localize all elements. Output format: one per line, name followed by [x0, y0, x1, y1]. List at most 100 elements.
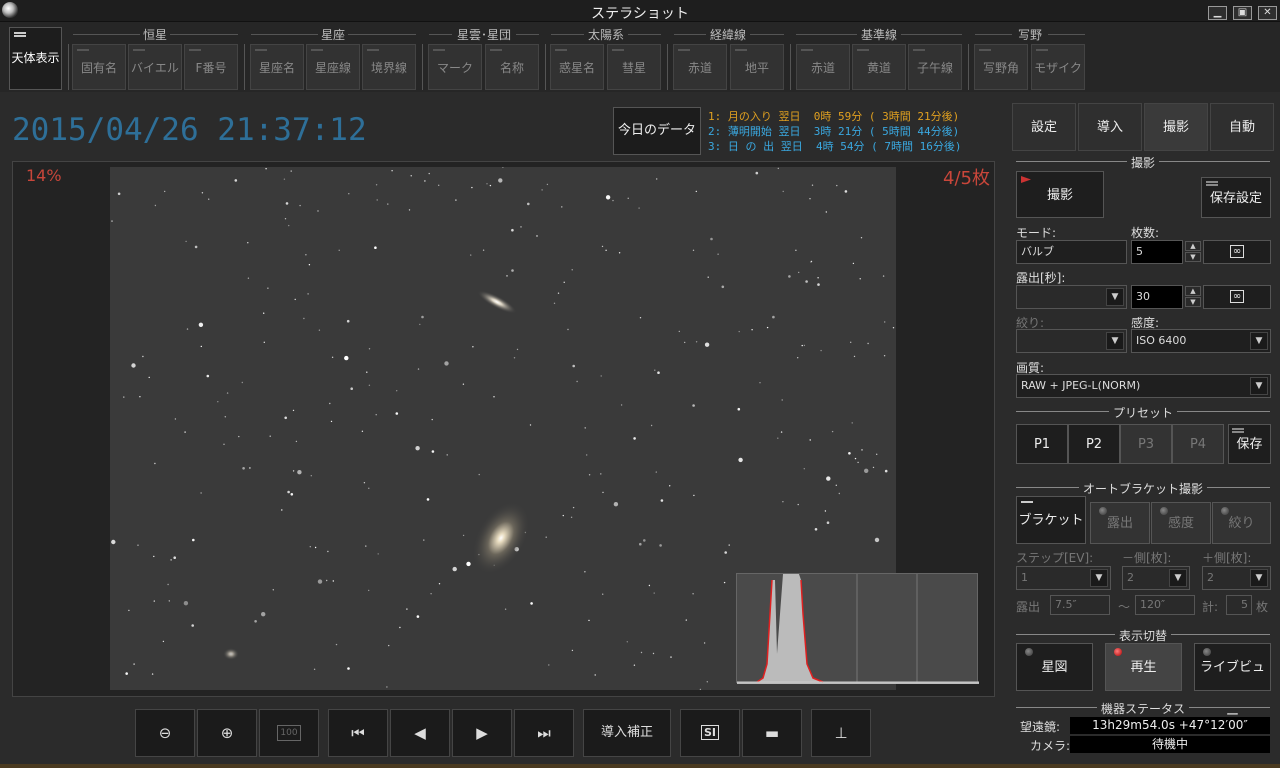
playback-button[interactable]: 再生 [1105, 643, 1182, 691]
toggle-bayer[interactable]: バイエル [128, 44, 182, 90]
toggle-grid-equatorial[interactable]: 赤道 [673, 44, 727, 90]
star [247, 277, 250, 279]
exposure-up[interactable]: ▲ [1185, 286, 1201, 296]
shoot-button[interactable]: 撮影 [1016, 171, 1104, 218]
star [835, 484, 837, 486]
preset-p3-button[interactable]: P3 [1120, 424, 1172, 464]
star [462, 534, 465, 537]
tab-goto[interactable]: 導入 [1078, 103, 1142, 151]
restore-button[interactable]: ▣ [1233, 6, 1252, 20]
star [529, 424, 532, 426]
zoom-in-button[interactable]: ⊕ [197, 709, 257, 757]
star [285, 202, 289, 205]
bracket-exposure-toggle[interactable]: 露出 [1090, 502, 1150, 544]
mode-field[interactable]: バルブ [1016, 240, 1127, 264]
toggle-grid-horizon[interactable]: 地平 [730, 44, 784, 90]
bracket-iso-toggle[interactable]: 感度 [1151, 502, 1211, 544]
quality-select[interactable]: RAW + JPEG-L(NORM) ▼ [1016, 374, 1271, 398]
preset-p2-button[interactable]: P2 [1068, 424, 1120, 464]
zoom-out-button[interactable]: ⊖ [135, 709, 195, 757]
exposure-infinite-button[interactable]: ∞ [1203, 285, 1271, 309]
preset-p1-button[interactable]: P1 [1016, 424, 1068, 464]
star [805, 280, 808, 283]
tab-capture[interactable]: 撮影 [1144, 103, 1208, 151]
star [654, 369, 656, 371]
toggle-flamsteed[interactable]: F番号 [184, 44, 238, 90]
bracket-exposure-label: 露出 [1016, 600, 1041, 614]
tab-auto[interactable]: 自動 [1210, 103, 1274, 151]
aperture-select[interactable]: ▼ [1016, 329, 1127, 353]
toggle-nebula-name[interactable]: 名称 [485, 44, 539, 90]
star [620, 404, 623, 406]
count-infinite-button[interactable]: ∞ [1203, 240, 1271, 264]
star [545, 536, 547, 538]
step-select[interactable]: 1 ▼ [1016, 566, 1111, 590]
toggle-nebula-mark[interactable]: マーク [428, 44, 482, 90]
exposure-from: 7.5″ [1050, 595, 1110, 615]
star [452, 566, 457, 572]
exposure-field[interactable]: 30 [1131, 285, 1183, 309]
minimize-button[interactable]: ▁ [1208, 6, 1227, 20]
exposure-down[interactable]: ▼ [1185, 297, 1201, 307]
chevron-down-icon: ▼ [1106, 332, 1124, 350]
close-button[interactable]: ✕ [1258, 6, 1277, 20]
star [678, 330, 680, 333]
star [814, 528, 818, 531]
star [295, 440, 298, 443]
next-image-button[interactable]: ▶ [452, 709, 512, 757]
count-field[interactable]: 5 [1131, 240, 1183, 264]
toggle-celestial-equator[interactable]: 赤道 [796, 44, 850, 90]
star [699, 688, 702, 690]
star [254, 620, 257, 623]
star [728, 544, 730, 546]
toggle-comet[interactable]: 彗星 [607, 44, 661, 90]
stellar-image-button[interactable]: SI [680, 709, 740, 757]
last-image-button[interactable]: ⏭ [514, 709, 574, 757]
total-label: 計: [1202, 600, 1219, 614]
star [854, 457, 857, 460]
count-up[interactable]: ▲ [1185, 241, 1201, 251]
toggle-ecliptic[interactable]: 黄道 [852, 44, 906, 90]
iso-select[interactable]: ISO 6400 ▼ [1131, 329, 1271, 353]
toggle-proper-name[interactable]: 固有名 [72, 44, 126, 90]
levels-button[interactable]: ⊥ [811, 709, 871, 757]
save-settings-button[interactable]: 保存設定 [1201, 177, 1271, 218]
toggle-mosaic[interactable]: モザイク [1031, 44, 1085, 90]
star [809, 439, 811, 441]
toggle-planet-name[interactable]: 惑星名 [550, 44, 604, 90]
star [269, 435, 271, 437]
plus-select[interactable]: 2 ▼ [1202, 566, 1271, 590]
star [309, 546, 311, 548]
star [153, 600, 155, 602]
star [376, 199, 378, 201]
minus-select[interactable]: 2 ▼ [1122, 566, 1190, 590]
star [287, 490, 290, 494]
preset-p4-button[interactable]: P4 [1172, 424, 1224, 464]
star [721, 285, 725, 289]
star [419, 323, 421, 326]
today-data-button[interactable]: 今日のデータ [613, 107, 701, 155]
star [576, 380, 578, 383]
preset-save-button[interactable]: 保存 [1228, 424, 1271, 464]
toggle-field-angle[interactable]: 写野角 [974, 44, 1028, 90]
open-folder-button[interactable]: ▬ [742, 709, 802, 757]
toggle-boundaries[interactable]: 境界線 [362, 44, 416, 90]
live-view-button[interactable]: ライブビュー [1194, 643, 1271, 723]
count-down[interactable]: ▼ [1185, 252, 1201, 262]
actual-size-button[interactable]: 100 [259, 709, 319, 757]
star [780, 431, 783, 433]
bracket-aperture-toggle[interactable]: 絞り [1212, 502, 1271, 544]
celestial-display-toggle[interactable]: 天体表示 [9, 27, 62, 90]
toggle-constellation-name[interactable]: 星座名 [250, 44, 304, 90]
star-chart-button[interactable]: 星図 [1016, 643, 1093, 691]
exposure-select[interactable]: ▼ [1016, 285, 1127, 309]
toggle-meridian[interactable]: 子午線 [908, 44, 962, 90]
toggle-constellation-lines[interactable]: 星座線 [306, 44, 360, 90]
prev-image-button[interactable]: ◀ [390, 709, 450, 757]
first-image-button[interactable]: ⏮ [328, 709, 388, 757]
tab-settings[interactable]: 設定 [1012, 103, 1076, 151]
bracket-toggle[interactable]: ブラケット [1016, 496, 1086, 544]
star [572, 364, 575, 368]
star [639, 542, 642, 546]
goto-correction-button[interactable]: 導入補正 [583, 709, 671, 757]
